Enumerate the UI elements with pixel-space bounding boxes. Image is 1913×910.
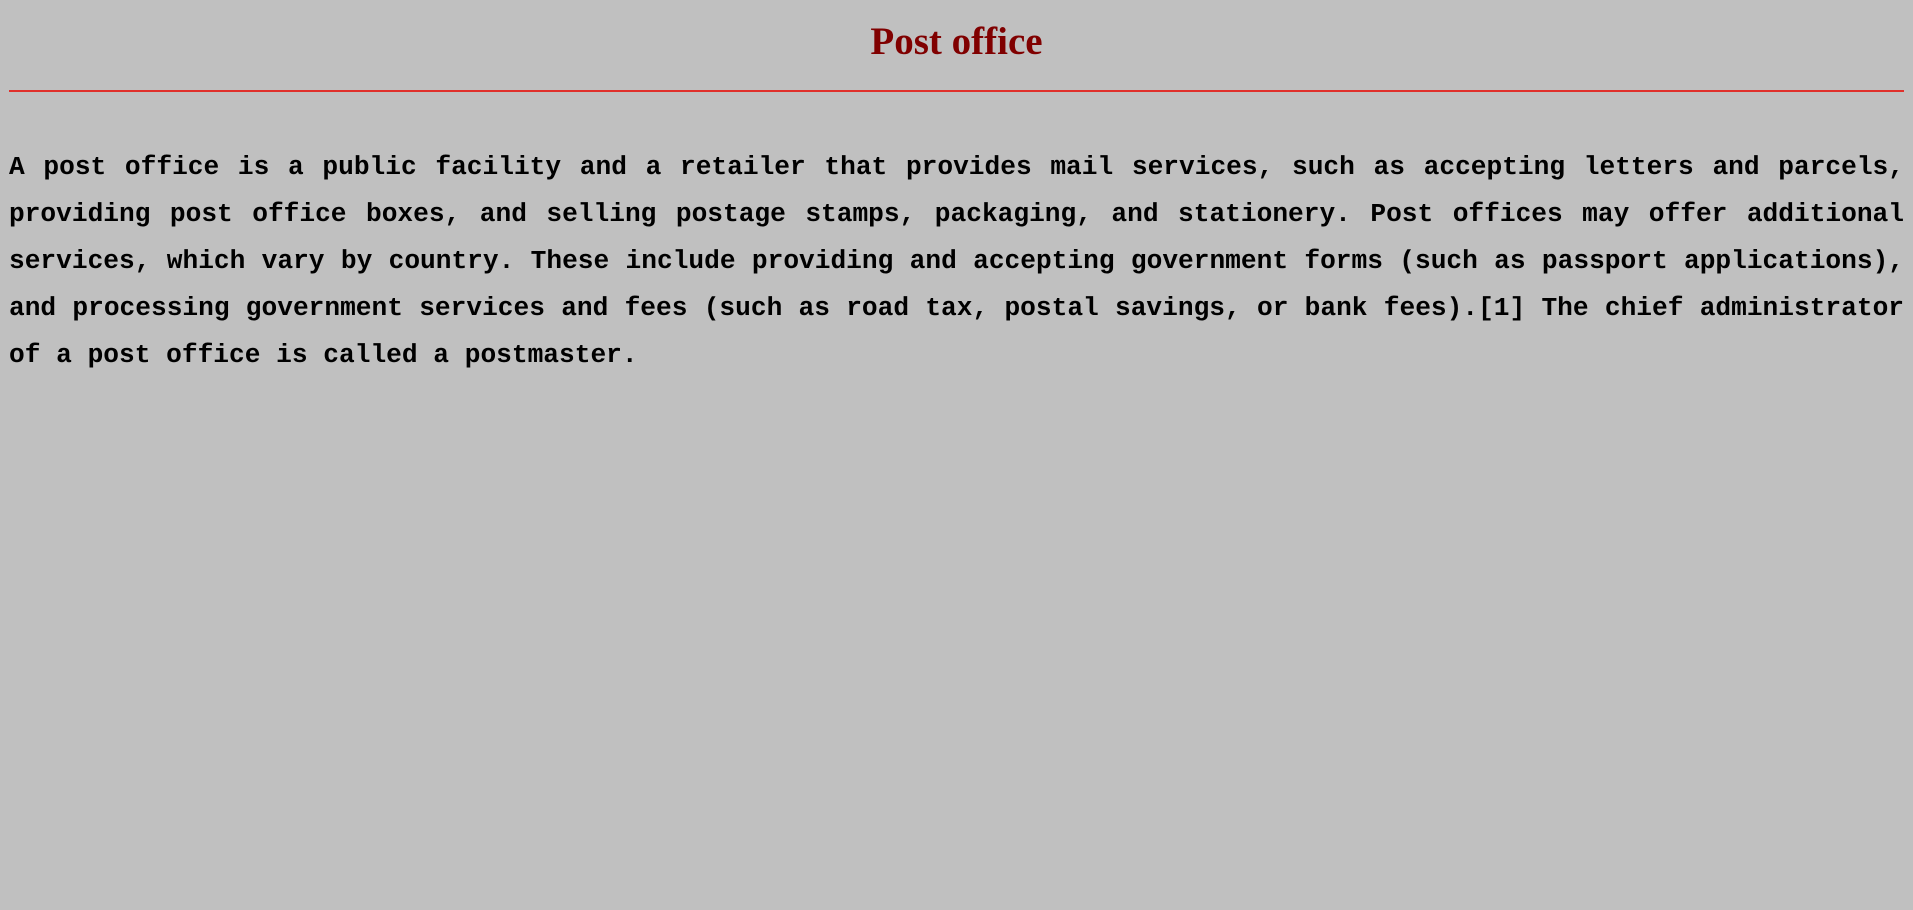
title-divider [9, 90, 1904, 92]
body-paragraph: A post office is a public facility and a… [9, 152, 1904, 370]
page-container: Post office A post office is a public fa… [0, 0, 1913, 910]
page-title: Post office [870, 20, 1043, 63]
